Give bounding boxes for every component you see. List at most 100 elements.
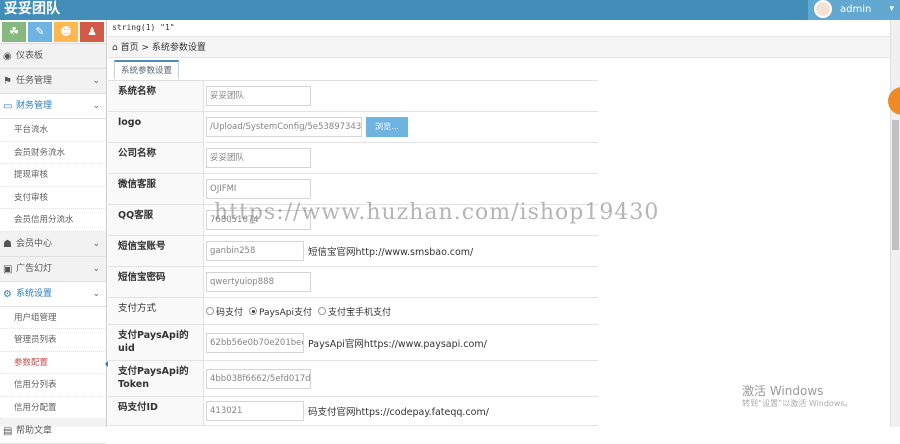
radio-label: PaysApi支付 bbox=[259, 307, 312, 318]
signal-icon[interactable]: ☘ bbox=[2, 22, 26, 42]
sidebar-item-user-groups[interactable]: 用户组管理 bbox=[0, 306, 106, 329]
nav-system[interactable]: ⚙ 系统设置 ⌄ bbox=[0, 281, 106, 307]
settings-form: 系统名称 妥妥团队 logo /Upload/SystemConfig/5e53… bbox=[108, 80, 598, 426]
user-name: admin bbox=[840, 4, 872, 15]
chevron-down-icon: ⌄ bbox=[92, 263, 100, 274]
company-name-input[interactable]: 妥妥团队 bbox=[206, 148, 311, 168]
sidebar-item-label: 参数配置 bbox=[14, 357, 49, 368]
flag-icon: ⚑ bbox=[3, 76, 12, 87]
radio-alipay[interactable]: 支付宝手机支付 bbox=[317, 305, 391, 318]
scrollbar[interactable] bbox=[890, 20, 900, 427]
nav-label: 系统设置 bbox=[16, 288, 53, 299]
field-label: 微信客服 bbox=[108, 174, 204, 204]
nav-label: 仪表板 bbox=[16, 51, 44, 61]
nav-dashboard[interactable]: ◉ 仪表板 bbox=[0, 44, 106, 69]
gear-icon: ⚙ bbox=[3, 288, 12, 300]
form-row: 码支付ID 413021 码支付官网https://codepay.fateqq… bbox=[108, 397, 598, 426]
nav-label: 帮助文章 bbox=[16, 426, 53, 436]
field-label: QQ客服 bbox=[108, 205, 204, 235]
radio-label: 支付宝手机支付 bbox=[327, 307, 391, 318]
bell-icon[interactable]: ♟ bbox=[80, 22, 104, 42]
radio-label: 码支付 bbox=[216, 307, 244, 318]
site-name-input[interactable]: 妥妥团队 bbox=[206, 86, 311, 106]
sidebar-item-params[interactable]: 参数配置 bbox=[0, 351, 112, 374]
picture-icon: ▣ bbox=[3, 263, 13, 275]
sms-account-input[interactable]: ganbin258 bbox=[206, 241, 304, 261]
sidebar-item-platform-flow[interactable]: 平台流水 bbox=[0, 119, 106, 142]
sms-password-input[interactable]: qwertyuiop888 bbox=[206, 272, 311, 292]
nav-help[interactable]: ▤ 帮助文章 bbox=[0, 419, 106, 444]
breadcrumb-current: 系统参数设置 bbox=[151, 43, 206, 53]
radio-dot bbox=[206, 307, 214, 315]
radio-paysapi[interactable]: PaysApi支付 bbox=[249, 305, 312, 318]
field-label: 短信宝账号 bbox=[108, 236, 204, 266]
chevron-down-icon: ⌄ bbox=[92, 101, 100, 111]
chevron-down-icon: ⌄ bbox=[92, 76, 100, 86]
pencil-icon[interactable]: ✎ bbox=[28, 22, 52, 42]
radio-dot bbox=[249, 307, 258, 315]
caret-down-icon: ▾ bbox=[889, 4, 894, 14]
nav-tasks[interactable]: ⚑ 任务管理 ⌄ bbox=[0, 69, 106, 94]
field-label: logo bbox=[108, 112, 204, 142]
sidebar: ☘ ✎ ☻ ♟ ◉ 仪表板 ⚑ 任务管理 ⌄ ▭ 财务管理 ⌄ 平台流水 会员财… bbox=[0, 20, 112, 444]
user-icon: ☗ bbox=[3, 238, 12, 250]
user-menu[interactable]: admin ▾ bbox=[808, 0, 900, 20]
form-row: 短信宝密码 qwertyuiop888 bbox=[108, 267, 598, 298]
nav-label: 会员中心 bbox=[16, 238, 53, 249]
codepay-hint: 码支付官网https://codepay.fateqq.com/ bbox=[308, 407, 489, 418]
form-row: 公司名称 妥妥团队 bbox=[108, 143, 598, 174]
breadcrumb-separator: > bbox=[141, 43, 150, 53]
pay-method-group: 码支付 PaysApi支付 支付宝手机支付 bbox=[204, 298, 598, 324]
nav-label: 财务管理 bbox=[16, 101, 53, 111]
sidebar-item-payment-review[interactable]: 支付审核 bbox=[0, 186, 106, 209]
paysapi-hint: PaysApi官网https://www.paysapi.com/ bbox=[308, 338, 487, 350]
group-icon[interactable]: ☻ bbox=[54, 22, 78, 42]
form-row: 支付PaysApi的uid 62bb56e0b70e201beec PaysAp… bbox=[108, 325, 598, 361]
form-row: 支付方式 码支付 PaysApi支付 支付宝手机支付 bbox=[108, 298, 598, 325]
debug-output: string(1) "1" bbox=[112, 23, 175, 32]
tab-system-params[interactable]: 系统参数设置 bbox=[114, 60, 180, 79]
breadcrumb-home[interactable]: 首页 bbox=[121, 43, 139, 53]
browse-button[interactable]: 浏览... bbox=[366, 117, 408, 137]
logo-path-input[interactable]: /Upload/SystemConfig/5e5389734301 bbox=[206, 117, 362, 137]
form-row: 支付PaysApi的Token 4bb038f6662/5efd017d bbox=[108, 361, 598, 397]
breadcrumb: ⌂ 首页 > 系统参数设置 bbox=[108, 36, 890, 58]
form-row: 短信宝账号 ganbin258 短信宝官网http://www.smsbao.c… bbox=[108, 236, 598, 267]
field-label: 支付PaysApi的Token bbox=[108, 361, 204, 396]
field-label: 系统名称 bbox=[108, 81, 204, 111]
wechat-input[interactable]: OJIFMI bbox=[206, 179, 311, 199]
sidebar-item-credit-list[interactable]: 信用分列表 bbox=[0, 374, 106, 397]
field-label: 公司名称 bbox=[108, 143, 204, 173]
field-label: 短信宝密码 bbox=[108, 267, 204, 297]
radio-dot bbox=[317, 307, 326, 315]
shortcut-buttons: ☘ ✎ ☻ ♟ bbox=[0, 20, 106, 44]
sidebar-item-member-finance[interactable]: 会员财务流水 bbox=[0, 141, 106, 164]
scrollbar-thumb[interactable] bbox=[892, 120, 899, 250]
field-label: 支付PaysApi的uid bbox=[108, 325, 204, 360]
codepay-id-input[interactable]: 413021 bbox=[206, 401, 304, 421]
watermark: https://www.huzhan.com/ishop19430 bbox=[214, 200, 660, 225]
windows-activation-subtitle: 转到“设置”以激活 Windows。 bbox=[742, 399, 853, 408]
sidebar-item-admin-list[interactable]: 管理员列表 bbox=[0, 329, 106, 352]
field-label: 码支付ID bbox=[108, 397, 204, 425]
brand-logo[interactable]: 妥妥团队 bbox=[4, 0, 60, 20]
sidebar-item-credit-flow[interactable]: 会员信用分流水 bbox=[0, 209, 106, 232]
sidebar-item-withdraw-review[interactable]: 提现审核 bbox=[0, 164, 106, 187]
chevron-down-icon: ⌄ bbox=[92, 238, 100, 249]
paysapi-uid-input[interactable]: 62bb56e0b70e201beec bbox=[206, 332, 304, 353]
nav-members[interactable]: ☗ 会员中心 ⌄ bbox=[0, 232, 106, 257]
monitor-icon: ▭ bbox=[3, 101, 13, 112]
radio-codepay[interactable]: 码支付 bbox=[206, 305, 243, 318]
sidebar-item-credit-config[interactable]: 信用分配置 bbox=[0, 396, 106, 419]
form-row: 系统名称 妥妥团队 bbox=[108, 81, 598, 112]
nav-finance[interactable]: ▭ 财务管理 ⌄ bbox=[0, 94, 106, 119]
top-navbar: 妥妥团队 admin ▾ bbox=[0, 0, 900, 20]
paysapi-token-input[interactable]: 4bb038f6662/5efd017d bbox=[206, 368, 311, 389]
nav-label: 任务管理 bbox=[16, 76, 53, 86]
nav-ads[interactable]: ▣ 广告幻灯 ⌄ bbox=[0, 257, 106, 282]
nav-label: 广告幻灯 bbox=[16, 263, 53, 274]
chevron-down-icon: ⌄ bbox=[92, 288, 100, 299]
dashboard-icon: ◉ bbox=[3, 51, 12, 62]
avatar bbox=[814, 0, 832, 18]
form-row: logo /Upload/SystemConfig/5e5389734301 浏… bbox=[108, 112, 598, 143]
